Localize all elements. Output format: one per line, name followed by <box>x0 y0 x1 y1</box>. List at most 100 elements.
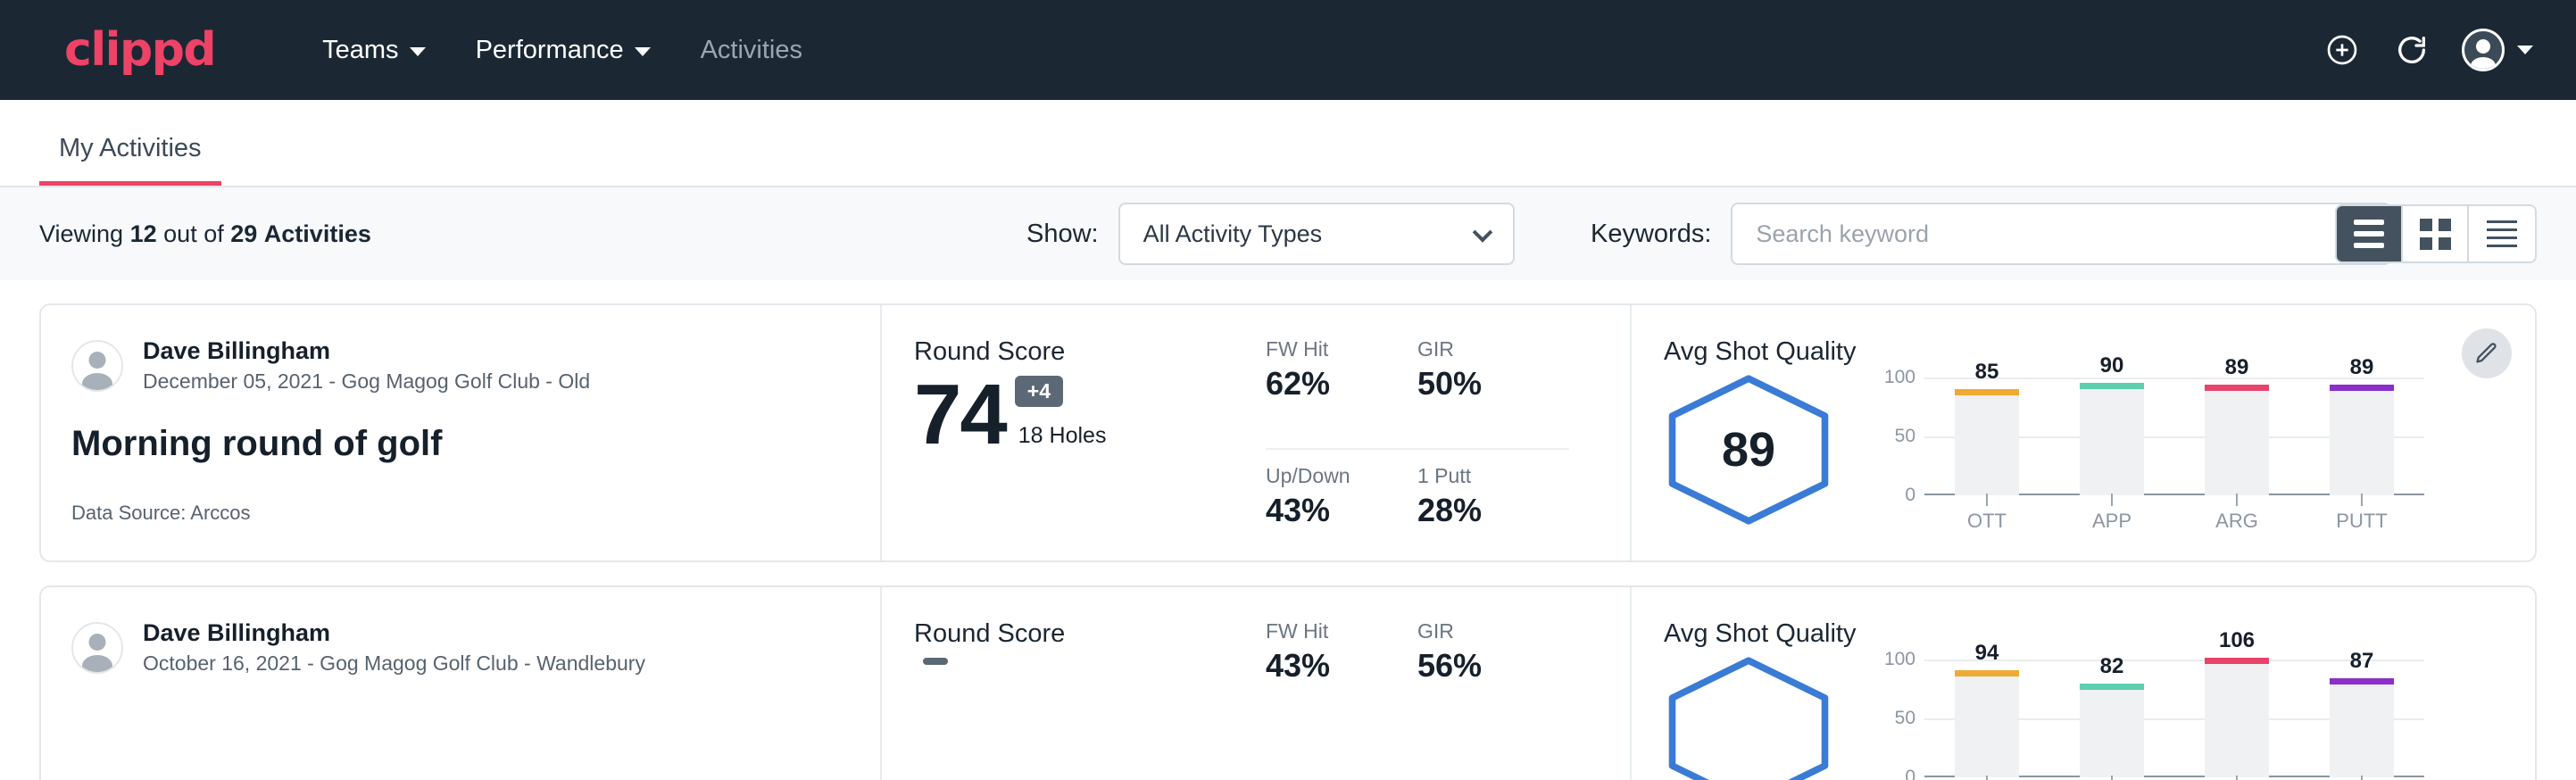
avatar <box>71 340 123 392</box>
activity-card[interactable]: Dave Billingham October 16, 2021 - Gog M… <box>39 585 2537 780</box>
round-score-pane: Round Score FW Hit 43% GIR 56% <box>880 587 1630 780</box>
stat-label: FW Hit <box>1266 337 1396 361</box>
activity-card[interactable]: Dave Billingham December 05, 2021 - Gog … <box>39 303 2537 562</box>
chart-bar <box>2205 391 2269 495</box>
y-tick: 0 <box>1905 485 1915 506</box>
keywords-group: Keywords: <box>1591 203 2391 265</box>
chevron-down-icon <box>2517 46 2533 54</box>
chart-bar <box>1955 395 2019 495</box>
chevron-down-icon <box>635 47 651 56</box>
round-stats-grid: FW Hit 62% GIR 50% Up/Down 43% 1 Putt 28… <box>1266 337 1569 560</box>
list-view-icon[interactable] <box>2337 206 2403 261</box>
nav-item-teams[interactable]: Teams <box>297 36 450 65</box>
avg-shot-quality-value <box>1664 656 1833 780</box>
chart-bar-value: 90 <box>2100 353 2124 378</box>
stat-label: Up/Down <box>1266 464 1396 488</box>
chart-x-label: APP <box>2049 495 2174 533</box>
add-button[interactable] <box>2323 30 2362 70</box>
top-navbar: clippd Teams Performance Activities <box>0 0 2576 100</box>
chart-x-axis: OTTAPPARGPUTT <box>1873 495 2535 533</box>
chart-bar-slot: 94 <box>1924 660 2049 777</box>
y-tick: 100 <box>1884 649 1915 670</box>
app-logo[interactable]: clippd <box>64 23 215 77</box>
chart-bar <box>2330 685 2394 777</box>
chart-bar <box>1955 676 2019 777</box>
chart-bar <box>2205 664 2269 777</box>
avg-shot-quality-value: 89 <box>1664 374 1833 526</box>
y-tick: 100 <box>1884 367 1915 388</box>
search-input[interactable] <box>1731 203 2391 265</box>
shot-quality-chart: 100 50 0 85908989 <box>1873 378 2535 495</box>
person-row: Dave Billingham October 16, 2021 - Gog M… <box>71 619 880 676</box>
viewing-suffix: Activities <box>264 220 371 247</box>
chart-bar-slot: 89 <box>2174 378 2299 495</box>
person-row: Dave Billingham December 05, 2021 - Gog … <box>71 337 880 394</box>
stat-gir: GIR 56% <box>1417 619 1569 780</box>
chart-bar-cap <box>2080 383 2144 389</box>
chart-bar-slot: 82 <box>2049 660 2174 777</box>
account-menu[interactable] <box>2462 29 2533 71</box>
nav-item-performance[interactable]: Performance <box>451 36 676 65</box>
activity-info-pane: Dave Billingham December 05, 2021 - Gog … <box>41 305 880 560</box>
chart-bar-value: 85 <box>1975 360 1999 385</box>
chart-bar <box>2080 690 2144 777</box>
shot-quality-pane: Avg Shot Quality 100 50 0 <box>1630 587 2535 780</box>
quality-hexagon: 89 <box>1664 374 1833 526</box>
chart-bar-value: 82 <box>2100 654 2124 679</box>
chart-x-label: PUTT <box>2299 495 2424 533</box>
viewing-count: 12 <box>130 220 157 247</box>
nav-item-activities[interactable]: Activities <box>676 36 827 65</box>
chart-bar-cap <box>2080 684 2144 690</box>
avg-shot-quality-label: Avg Shot Quality <box>1664 619 2535 649</box>
navbar-actions <box>2323 29 2533 71</box>
chart-bar <box>2080 389 2144 495</box>
filter-bar: Viewing 12 out of 29 Activities Show: Al… <box>0 187 2576 280</box>
stat-label: FW Hit <box>1266 619 1396 643</box>
chevron-down-icon <box>410 47 426 56</box>
activity-type-select-value: All Activity Types <box>1143 220 1323 248</box>
refresh-button[interactable] <box>2392 30 2431 70</box>
activity-info-pane: Dave Billingham October 16, 2021 - Gog M… <box>41 587 880 780</box>
round-score-value: 74 <box>914 372 1006 458</box>
data-source: Data Source: Arccos <box>71 502 880 525</box>
nav-item-performance-label: Performance <box>476 36 624 65</box>
round-stats-grid: FW Hit 43% GIR 56% <box>1266 619 1569 780</box>
compact-view-icon[interactable] <box>2469 206 2535 261</box>
chart-plot-area: 948210687 <box>1924 660 2424 777</box>
chart-bar-cap <box>2330 678 2394 685</box>
chart-bar-slot: 87 <box>2299 660 2424 777</box>
chart-y-axis: 100 50 0 <box>1873 378 1924 495</box>
chart-bar-cap <box>1955 670 2019 676</box>
edit-activity-button[interactable] <box>2462 328 2512 378</box>
stat-value: 56% <box>1417 647 1548 685</box>
viewing-summary: Viewing 12 out of 29 Activities <box>39 220 371 248</box>
stat-label: GIR <box>1417 619 1548 643</box>
stat-label: GIR <box>1417 337 1548 361</box>
chart-bar-cap <box>2205 385 2269 391</box>
chart-x-label: OTT <box>1924 495 2049 533</box>
grid-view-icon[interactable] <box>2403 206 2469 261</box>
activity-type-select[interactable]: All Activity Types <box>1118 203 1515 265</box>
chevron-down-icon <box>1472 222 1492 243</box>
stat-up-down: Up/Down 43% <box>1266 450 1417 560</box>
keywords-label: Keywords: <box>1591 220 1711 249</box>
round-score-row: 74 +4 18 Holes <box>914 372 1253 458</box>
chart-bar <box>2330 391 2394 495</box>
chart-bar-slot: 89 <box>2299 378 2424 495</box>
chart-bar-cap <box>1955 389 2019 395</box>
stat-fw-hit: FW Hit 62% <box>1266 337 1417 450</box>
chart-bar-value: 94 <box>1975 641 1999 666</box>
round-score-pane: Round Score 74 +4 18 Holes FW Hit 62% GI… <box>880 305 1630 560</box>
round-score-label: Round Score <box>914 337 1253 367</box>
chart-bar-value: 87 <box>2350 649 2374 674</box>
show-filter-group: Show: All Activity Types <box>1026 203 1515 265</box>
chart-bars: 85908989 <box>1924 378 2424 495</box>
viewing-prefix: Viewing <box>39 220 123 247</box>
primary-nav: Teams Performance Activities <box>297 36 827 65</box>
tab-my-activities[interactable]: My Activities <box>39 134 221 186</box>
chart-bar-slot: 85 <box>1924 378 2049 495</box>
account-avatar-icon <box>2462 29 2505 71</box>
chart-bars: 948210687 <box>1924 660 2424 777</box>
nav-item-activities-label: Activities <box>701 36 802 65</box>
chart-bar-cap <box>2205 658 2269 664</box>
